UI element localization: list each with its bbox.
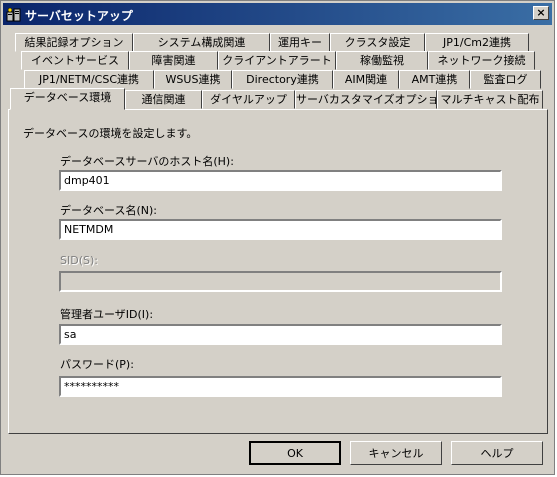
tab-aim[interactable]: AIM関連 (333, 70, 399, 89)
window-title: サーバセットアップ (25, 9, 133, 23)
tab-jp1-netm-csc[interactable]: JP1/NETM/CSC連携 (24, 70, 154, 89)
host-label: データベースサーバのホスト名(H): (60, 155, 234, 168)
password-input[interactable] (59, 376, 502, 397)
help-button[interactable]: ヘルプ (451, 441, 543, 465)
tab-directory[interactable]: Directory連携 (232, 70, 333, 89)
dbname-label: データベース名(N): (60, 204, 157, 217)
tab-database-environment[interactable]: データベース環境 (10, 88, 125, 110)
sid-label: SID(S): (60, 254, 98, 267)
cancel-button[interactable]: キャンセル (350, 441, 442, 465)
tab-system-config[interactable]: システム構成関連 (133, 33, 270, 52)
host-input[interactable] (59, 170, 502, 191)
password-label: パスワード(P): (60, 358, 134, 371)
title-bar[interactable]: サーバセットアップ × (3, 3, 552, 25)
page-description: データベースの環境を設定します。 (23, 127, 198, 140)
tab-operation-key[interactable]: 運用キー (270, 33, 330, 52)
tab-cluster-settings[interactable]: クラスタ設定 (330, 33, 425, 52)
tab-jp1-cm2[interactable]: JP1/Cm2連携 (425, 33, 529, 52)
close-icon: × (536, 6, 546, 19)
tab-failure[interactable]: 障害関連 (129, 51, 218, 70)
dbname-input[interactable] (59, 219, 502, 240)
tab-communication[interactable]: 通信関連 (125, 90, 202, 109)
sid-input[interactable] (59, 271, 502, 292)
tab-server-customize-options[interactable]: サーバカスタマイズオプション (295, 90, 437, 109)
tab-result-log-options[interactable]: 結果記録オプション (15, 33, 133, 52)
ok-button[interactable]: OK (249, 441, 341, 465)
userid-input[interactable] (59, 324, 502, 345)
tab-client-alert[interactable]: クライアントアラート (218, 51, 336, 70)
close-button[interactable]: × (533, 6, 549, 20)
tab-audit-log[interactable]: 監査ログ (470, 70, 541, 89)
tab-operation-monitor[interactable]: 稼働監視 (336, 51, 428, 70)
tab-network-connection[interactable]: ネットワーク接続 (428, 51, 535, 70)
tab-wsus[interactable]: WSUS連携 (154, 70, 232, 89)
tab-dialup[interactable]: ダイヤルアップ (202, 90, 295, 109)
tab-event-service[interactable]: イベントサービス (21, 51, 129, 70)
server-setup-icon (6, 7, 21, 22)
tab-multicast-distribution[interactable]: マルチキャスト配布 (437, 90, 543, 109)
tab-amt[interactable]: AMT連携 (399, 70, 470, 89)
userid-label: 管理者ユーザID(I): (60, 308, 154, 321)
